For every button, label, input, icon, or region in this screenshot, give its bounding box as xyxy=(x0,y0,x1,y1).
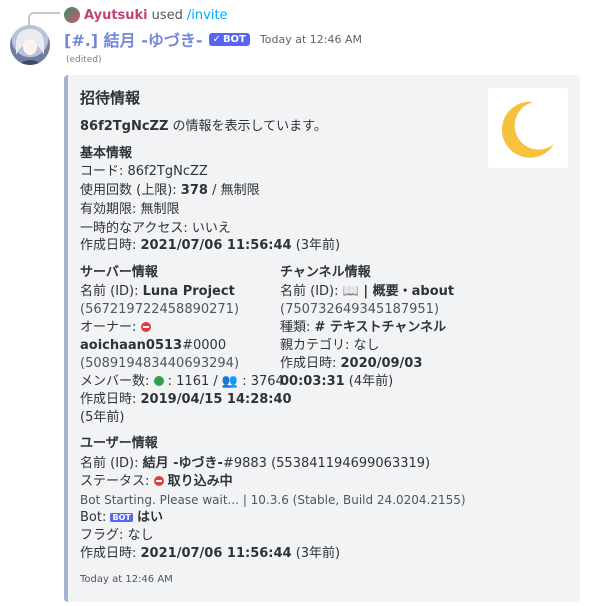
server-created-value: 2019/04/15 14:28:40 xyxy=(140,392,292,407)
server-created-relative: (5年前) xyxy=(80,410,125,425)
server-owner-label: オーナー: xyxy=(80,320,141,335)
user-status: ステータス: 取り込み中 xyxy=(80,473,233,491)
channel-created: 作成日時: 2020/09/03 xyxy=(280,355,422,373)
check-icon: ✓ xyxy=(212,33,221,45)
bot-badge-label: BOT xyxy=(222,33,246,45)
user-created-relative: (3年前) xyxy=(291,546,341,561)
field-basic-title: 基本情報 xyxy=(80,146,133,161)
channel-name-value: | 概要・about xyxy=(358,284,455,299)
server-owner-id: (508919483440693294) xyxy=(80,356,240,371)
crescent-moon-icon xyxy=(501,101,554,158)
server-created: 作成日時: 2019/04/15 14:28:40 xyxy=(80,391,292,409)
dnd-status-icon xyxy=(140,322,151,332)
user-created: 作成日時: 2021/07/06 11:56:44 (3年前) xyxy=(80,545,340,563)
user-tag-id: #9883 (553841194699063319) xyxy=(222,456,431,471)
field-basic-temporary: 一時的なアクセス: いいえ xyxy=(80,221,231,236)
field-basic-expiry: 有効期限: 無制限 xyxy=(80,202,180,217)
online-status-icon xyxy=(153,376,164,386)
owner-discriminator: #0000 xyxy=(182,338,227,353)
server-owner-name[interactable]: aoichaan0513#0000 xyxy=(80,337,226,355)
embed-thumbnail[interactable] xyxy=(488,88,568,168)
field-user-title: ユーザー情報 xyxy=(80,436,158,451)
invite-code: 86f2TgNcZZ xyxy=(80,119,169,134)
channel-name-label: 名前 (ID): xyxy=(280,284,343,299)
server-id: (567219722458890271) xyxy=(80,302,240,317)
book-icon: 📖 xyxy=(342,284,359,299)
reply-command[interactable]: /invite xyxy=(187,8,228,23)
embed-footer: Today at 12:46 AM xyxy=(80,574,173,585)
created-relative: (3年前) xyxy=(291,238,341,253)
server-members: メンバー数: : 1161 / 👥 : 3764 xyxy=(80,373,284,391)
bot-badge: ✓ BOT xyxy=(208,32,250,46)
channel-created-date: 2020/09/03 xyxy=(340,356,423,371)
members-total: : 3764 xyxy=(238,374,284,389)
field-basic-code: コード: 86f2TgNcZZ xyxy=(80,164,208,179)
user-bot: Bot: BOT はい xyxy=(80,509,163,527)
channel-category: 親カテゴリ: なし xyxy=(280,338,380,353)
server-owner: オーナー: xyxy=(80,319,151,337)
user-flags: フラグ: なし xyxy=(80,528,154,543)
channel-type-label: 種類: xyxy=(280,320,315,335)
embed-description: 86f2TgNcZZ の情報を表示しています。 xyxy=(80,118,327,136)
server-name-label: 名前 (ID): xyxy=(80,284,143,299)
invite-embed: 招待情報 86f2TgNcZZ の情報を表示しています。 基本情報 コード: 8… xyxy=(64,75,580,602)
created-value: 2021/07/06 11:56:44 xyxy=(140,238,292,253)
channel-created-clock: 00:03:31 xyxy=(280,374,345,389)
created-label: 作成日時: xyxy=(80,238,141,253)
members-online: : 1161 / xyxy=(163,374,222,389)
channel-type: 種類: # テキストチャンネル xyxy=(280,319,446,337)
reply-user-avatar[interactable] xyxy=(64,7,80,23)
reply-bar[interactable]: Ayutsuki used /invite xyxy=(64,6,228,24)
owner-username: aoichaan0513 xyxy=(80,338,183,353)
server-name-value: Luna Project xyxy=(142,284,235,299)
uses-limit: / 無制限 xyxy=(207,183,260,198)
message-timestamp[interactable]: Today at 12:46 AM xyxy=(260,33,362,46)
bot-value: はい xyxy=(136,510,163,525)
user-name: 名前 (ID): 結月 -ゆづき-#9883 (5538411946990633… xyxy=(80,455,430,473)
channel-created-time: 00:03:31 (4年前) xyxy=(280,373,393,391)
uses-value: 378 xyxy=(180,183,208,198)
user-name-value: 結月 -ゆづき- xyxy=(142,456,223,471)
user-activity: Bot Starting. Please wait... | 10.3.6 (S… xyxy=(80,493,466,507)
members-icon: 👥 xyxy=(221,374,239,389)
channel-created-relative: (4年前) xyxy=(344,374,394,389)
members-label: メンバー数: xyxy=(80,374,154,389)
embed-title: 招待情報 xyxy=(80,89,141,107)
user-created-value: 2021/07/06 11:56:44 xyxy=(140,546,292,561)
server-created-label: 作成日時: xyxy=(80,392,141,407)
avatar[interactable] xyxy=(10,25,50,65)
field-server-title: サーバー情報 xyxy=(80,265,158,280)
reply-username[interactable]: Ayutsuki xyxy=(84,8,148,23)
channel-id: (750732649345187951) xyxy=(280,302,440,317)
channel-type-value: # テキストチャンネル xyxy=(314,320,447,335)
reply-used-text: used xyxy=(151,7,183,23)
bot-username[interactable]: [#.] 結月 -ゆづき- xyxy=(64,27,203,51)
bot-mini-badge: BOT xyxy=(110,513,133,522)
field-basic-uses: 使用回数 (上限): 378 / 無制限 xyxy=(80,182,260,200)
bot-label: Bot: xyxy=(80,510,111,525)
edited-label: (edited) xyxy=(66,55,102,65)
message-header: [#.] 結月 -ゆづき- ✓ BOT Today at 12:46 AM xyxy=(64,27,362,51)
server-name: 名前 (ID): Luna Project xyxy=(80,283,235,301)
field-basic-created: 作成日時: 2021/07/06 11:56:44 (3年前) xyxy=(80,237,340,255)
dnd-icon xyxy=(153,476,164,486)
field-channel-title: チャンネル情報 xyxy=(280,265,371,280)
description-text: の情報を表示しています。 xyxy=(168,119,327,134)
user-name-label: 名前 (ID): xyxy=(80,456,143,471)
status-value: 取り込み中 xyxy=(167,474,233,489)
channel-name: 名前 (ID): 📖 | 概要・about xyxy=(280,283,454,301)
channel-created-label: 作成日時: xyxy=(280,356,341,371)
user-created-label: 作成日時: xyxy=(80,546,141,561)
uses-label: 使用回数 (上限): xyxy=(80,183,181,198)
status-label: ステータス: xyxy=(80,474,154,489)
